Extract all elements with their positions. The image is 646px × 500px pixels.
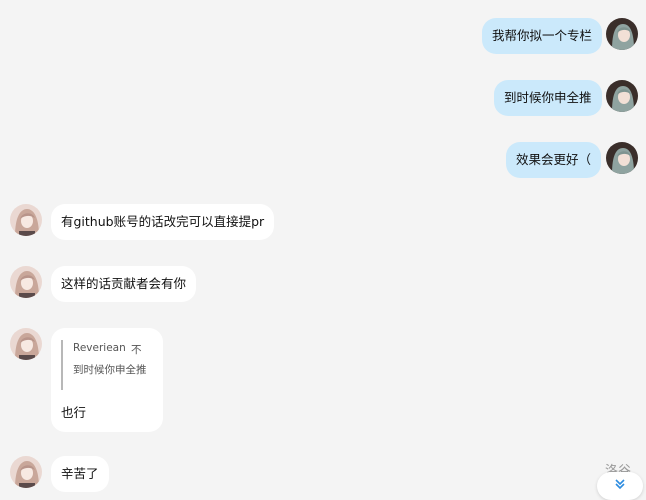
- quote-author[interactable]: Reveriean: [73, 342, 126, 354]
- avatar[interactable]: [606, 142, 638, 174]
- quote-divider: [61, 340, 63, 390]
- avatar[interactable]: [606, 18, 638, 50]
- avatar[interactable]: [10, 456, 42, 488]
- scroll-to-bottom-button[interactable]: [597, 472, 643, 500]
- avatar[interactable]: [606, 80, 638, 112]
- quote-tag: 不: [131, 344, 142, 356]
- double-chevron-down-icon: [615, 479, 625, 490]
- quote-text: 到时候你申全推: [73, 364, 147, 376]
- reply-text: 也行: [61, 405, 87, 420]
- avatar[interactable]: [10, 204, 42, 236]
- chat-bubble-self[interactable]: 我帮你拟一个专栏: [482, 18, 603, 54]
- chat-bubble-other[interactable]: 有github账号的话改完可以直接提pr: [51, 204, 275, 240]
- avatar[interactable]: [10, 266, 42, 298]
- avatar[interactable]: [10, 328, 42, 360]
- chat-bubble-other[interactable]: 辛苦了: [51, 456, 109, 492]
- chat-bubble-self[interactable]: 效果会更好（: [506, 142, 602, 178]
- chat-bubble-other[interactable]: 这样的话贡献者会有你: [51, 266, 197, 302]
- chat-bubble-quote-reply[interactable]: Reveriean 不 到时候你申全推 也行: [51, 328, 163, 432]
- chat-bubble-self[interactable]: 到时候你申全推: [494, 80, 602, 116]
